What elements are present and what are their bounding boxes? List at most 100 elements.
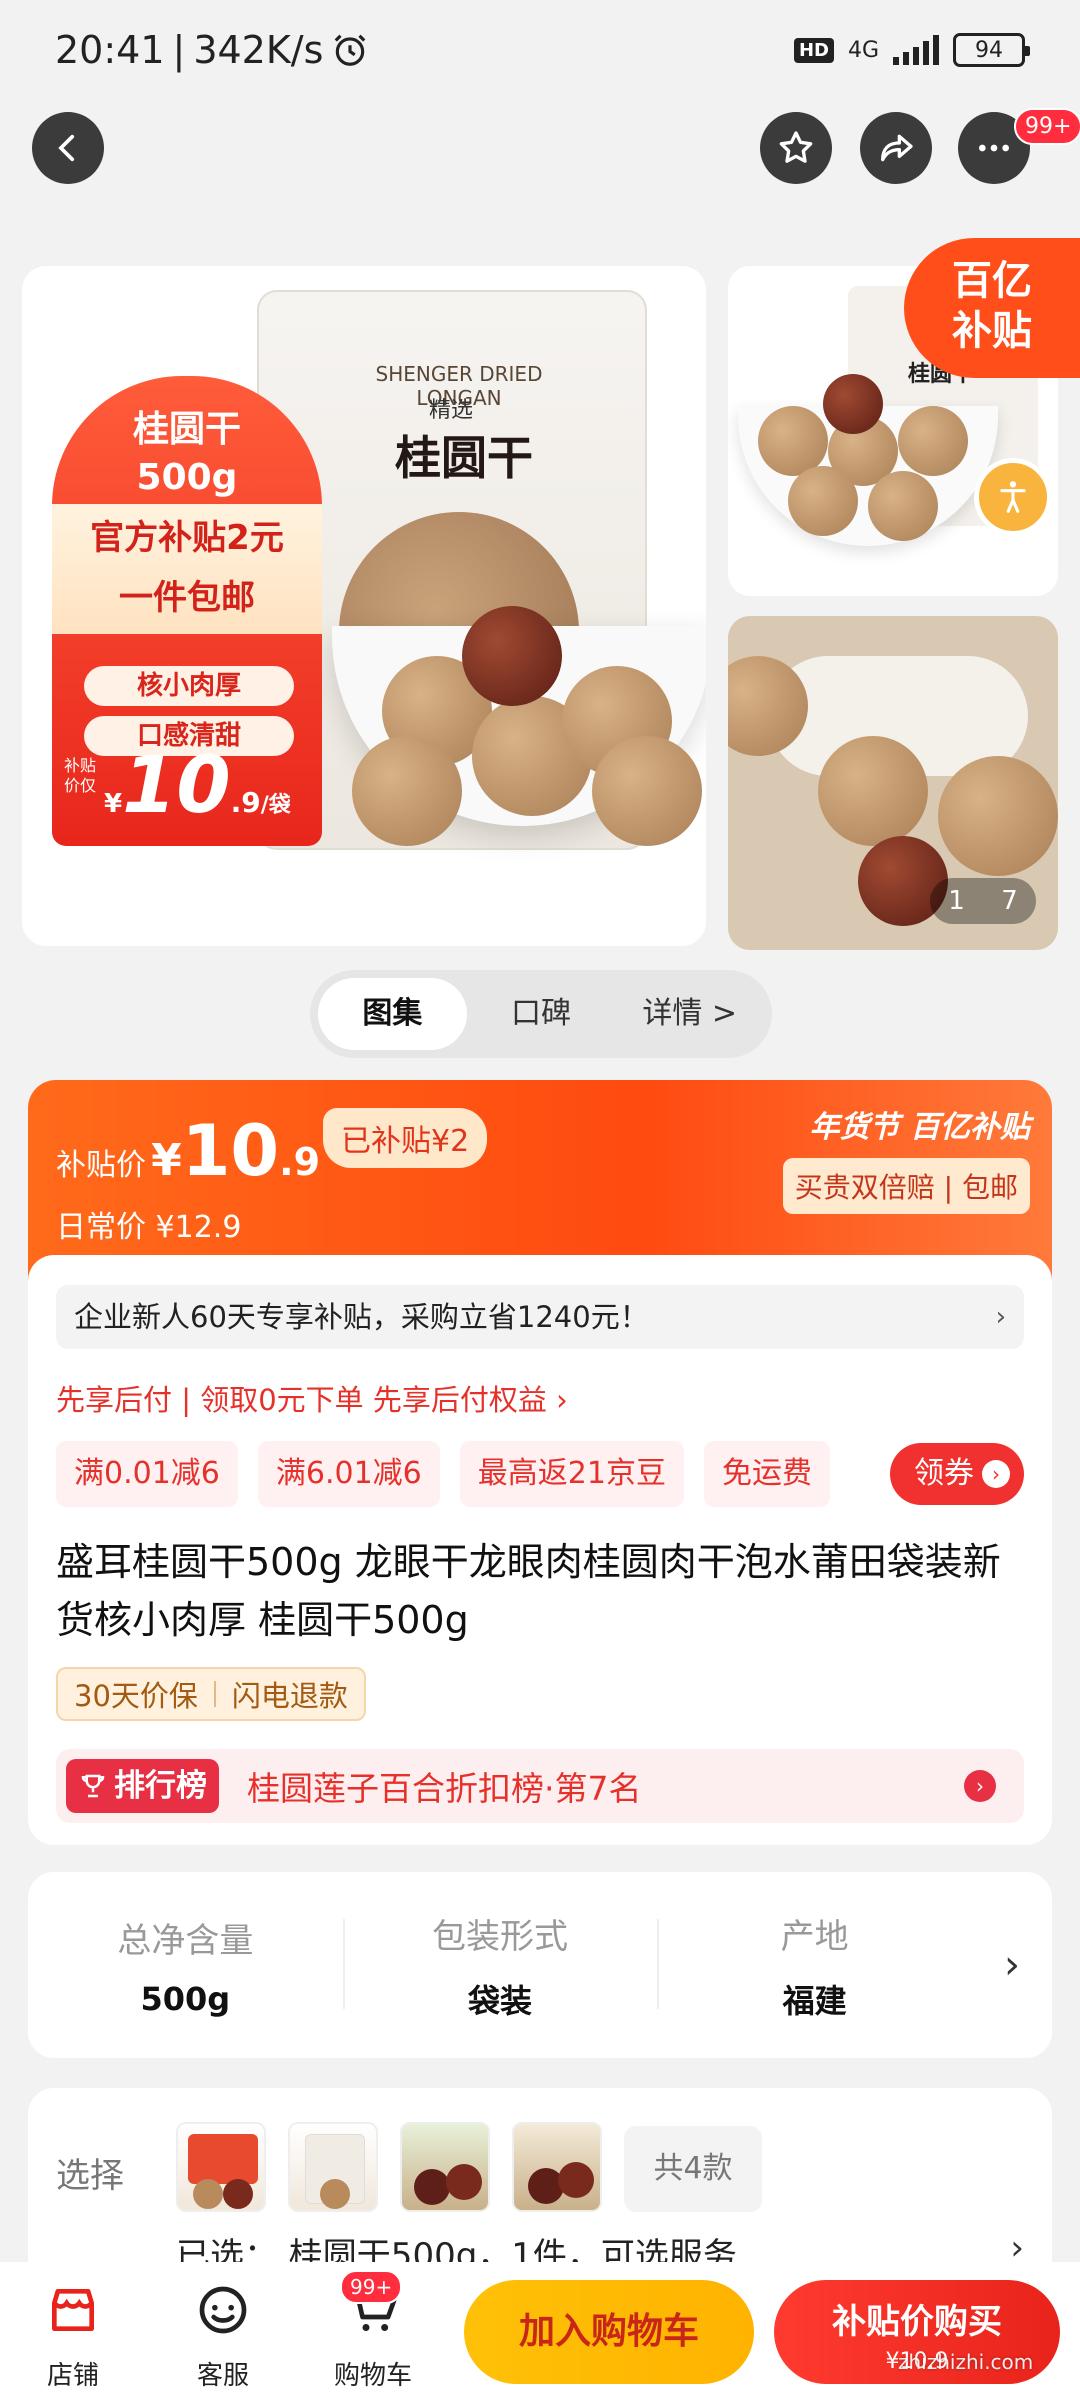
battery-level: 94 [975,37,1003,63]
longan-flesh [558,2162,594,2198]
star-icon [779,131,813,163]
guarantee-badge[interactable]: 30天价保 闪电退款 [56,1667,366,1721]
enterprise-notice-text: 企业新人60天专享补贴，采购立省1240元！ [74,1300,649,1334]
subsidy-price-yen: ¥ [151,1135,182,1186]
status-speed: 342K/s [193,28,324,72]
status-bar: 20:41 | 342K/s HD 4G 94 [0,0,1080,100]
tab-details[interactable]: 详情 > [615,978,764,1050]
battery-icon: 94 [953,33,1030,67]
get-coupon-button[interactable]: 领券 › [890,1443,1024,1505]
spec-label: 产地 [780,1916,849,1957]
longan-nut [788,466,858,536]
share-button[interactable] [860,112,932,184]
bottom-action-bar: 店铺 客服 购物车 99+ 加入购物车 补贴价购买 ¥10.9 [0,2262,1080,2400]
sku-thumbnail[interactable] [288,2122,378,2212]
guarantee-price-protect: 30天价保 [74,1679,198,1713]
sku-thumbnail[interactable] [400,2122,490,2212]
page-indicator: 1 7 [930,878,1036,924]
trophy-icon [81,1774,105,1798]
tab-gallery[interactable]: 图集 [318,978,467,1050]
bag-select: 精选 [429,398,474,423]
promo-price-label: 补贴价仅 [64,756,97,795]
longan-nut-peeled [462,606,562,706]
promo-band-line1: 官方补贴2元 [90,518,284,558]
promo-card: 桂圆干 500g 官方补贴2元 一件包邮 核小肉厚 口感清甜 补贴价仅 ¥10.… [52,376,322,846]
coupon-chip[interactable]: 满0.01减6 [56,1441,238,1507]
enterprise-notice[interactable]: 企业新人60天专享补贴，采购立省1240元！ › [56,1285,1024,1349]
saved-badge: 已补贴¥2 [323,1108,488,1168]
promo-band-line2: 一件包邮 [119,578,255,618]
subsidy-price-dec: .9 [279,1140,321,1184]
chat-icon [199,2286,247,2334]
promo-title-line2: 500g [136,457,238,498]
pay-later-link[interactable]: 先享后付 | 领取0元下单 先享后付权益 › [56,1377,568,1419]
watermark: zhizhizhi.com [898,2350,1034,2374]
back-button[interactable] [32,112,104,184]
select-label: 选择 [56,2156,124,2196]
customer-service-label: 客服 [196,2361,249,2391]
promo-tag: 核小肉厚 [84,666,294,706]
subsidy-price: 补贴价 ¥10.9 [56,1110,320,1192]
spec-value: 500g [140,1979,231,2018]
divider [213,1681,216,1707]
longan-flesh [414,2169,450,2205]
subsidy-promo[interactable]: 年货节 百亿补贴 买贵双倍赔 | 包邮 [782,1102,1030,1214]
coupon-chip[interactable]: 最高返21京豆 [459,1441,684,1507]
cart-badge: 99+ [340,2270,403,2304]
network-type: 4G [847,37,879,63]
longan-nut [898,406,968,476]
sku-package [188,2134,258,2184]
shop-icon [52,2289,94,2331]
longan-flesh [446,2164,482,2200]
product-info-card: 企业新人60天专享补贴，采购立省1240元！ › 先享后付 | 领取0元下单 先… [28,1255,1052,1845]
variant-select-card[interactable]: 选择 共4款 已选： 桂圆干500g，1件，可选服务 › [28,2088,1052,2288]
chevron-right-icon: › [995,1302,1006,1332]
tab-reviews[interactable]: 口碑 [467,978,616,1050]
page-total: 7 [1001,886,1018,916]
chevron-right-icon[interactable]: › [972,1942,1052,1988]
spec-item: 包装形式 袋装 [342,1909,658,2022]
ranking-badge-label: 排行榜 [114,1768,207,1804]
ranking-badge: 排行榜 [66,1759,219,1813]
longan-nut [592,736,702,846]
chevron-right-icon: › [982,1460,1010,1488]
subsidy-badge[interactable]: 百亿 补贴 [904,238,1080,378]
coupon-chip[interactable]: 满6.01减6 [257,1441,440,1507]
promo-price-yen: ¥ [104,789,123,819]
longan-nut [938,756,1058,876]
shop-button[interactable]: 店铺 [18,2282,128,2392]
coupon-row: 满0.01减6 满6.01减6 最高返21京豆 免运费 领券 › [56,1441,1024,1507]
bag-title: 桂圆干 [395,431,533,485]
spec-item: 总净含量 500g [28,1913,343,2018]
promo-price-int: 10 [122,741,231,831]
specs-card[interactable]: 总净含量 500g 包装形式 袋装 产地 福建 › [28,1872,1052,2058]
variant-count[interactable]: 共4款 [624,2126,762,2212]
subsidy-badge-line1: 百亿 [952,258,1032,304]
promo-band: 官方补贴2元 一件包邮 [52,504,322,634]
status-divider: | [172,28,186,72]
spec-label: 总净含量 [117,1920,254,1961]
promo-price-dec: .9 [230,786,261,819]
promo-title-line1: 桂圆干 [132,409,241,450]
sku-thumbnail[interactable] [512,2122,602,2212]
spec-item: 产地 福建 [657,1909,972,2022]
accessibility-button[interactable] [974,458,1052,536]
subsidy-price-int: 10 [181,1110,280,1192]
price-banner: 补贴价 ¥10.9 已补贴¥2 日常价 ¥12.9 年货节 百亿补贴 买贵双倍赔… [28,1080,1052,1280]
hd-badge: HD [793,37,834,63]
share-icon [881,134,913,162]
product-title: 盛耳桂圆干500g 龙眼干龙眼肉桂圆肉干泡水莆田袋装新货核小肉厚 桂圆干500g [56,1540,1001,1642]
ranking-banner[interactable]: 排行榜 桂圆莲子百合折扣榜·第7名 › [56,1749,1024,1823]
buy-now-label: 补贴价购买 [832,2302,1002,2342]
longan-nut [818,736,928,846]
accessibility-icon [1000,481,1026,513]
customer-service-button[interactable]: 客服 [168,2282,278,2392]
favorite-button[interactable] [760,112,832,184]
subsidy-tagline: 买贵双倍赔 | 包邮 [782,1158,1030,1214]
main-product-image[interactable]: SHENGER DRIED LONGAN 精选 桂圆干 桂圆干 500g 官方补… [22,266,706,946]
add-to-cart-button[interactable]: 加入购物车 [464,2280,754,2384]
sku-thumbnail[interactable] [176,2122,266,2212]
coupon-chip[interactable]: 免运费 [703,1441,830,1507]
signal-icon [893,35,939,65]
longan-nut-peeled [823,374,883,434]
